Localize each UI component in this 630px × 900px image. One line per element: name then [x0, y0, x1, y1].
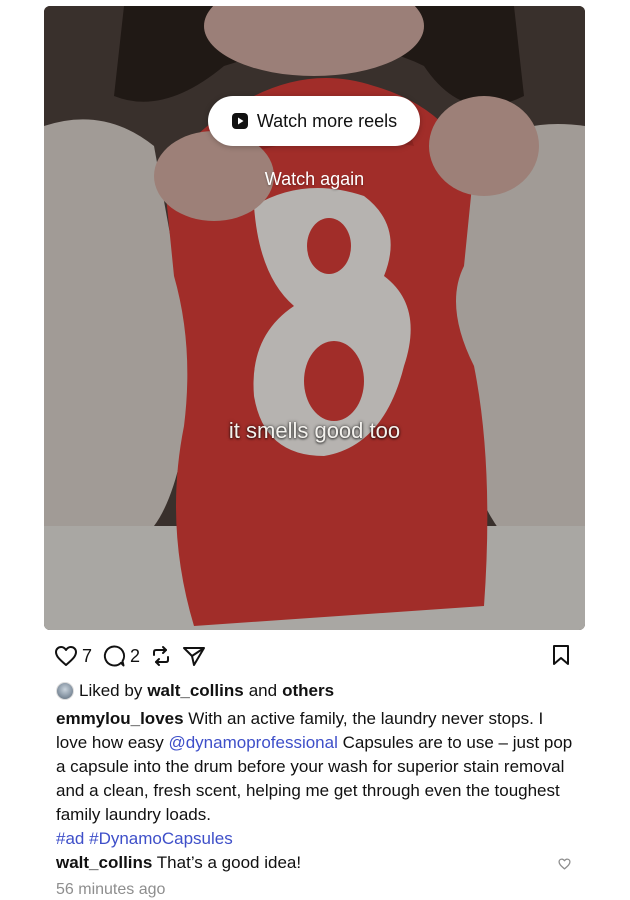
watch-again-button[interactable]: Watch again [265, 169, 364, 189]
repost-icon [153, 646, 170, 666]
post-timestamp: 56 minutes ago [56, 881, 166, 898]
video-caption-overlay: it smells good too [228, 418, 401, 443]
post-caption: emmylou_loves With an active family, the… [56, 707, 576, 851]
comment-bubble-icon [103, 645, 126, 667]
watch-more-reels-label: Watch more reels [256, 110, 398, 131]
like-action[interactable]: 7 [54, 645, 92, 667]
hashtag-ad[interactable]: #ad [56, 829, 84, 848]
hashtag-dynamocapsules[interactable]: #DynamoCapsules [89, 829, 233, 848]
likes-count: 7 [82, 645, 93, 666]
liked-by-and: and [248, 681, 278, 700]
mention-link[interactable]: @dynamoprofessional [168, 733, 337, 752]
liked-by-row[interactable]: Liked by walt_collins and others [56, 681, 334, 701]
repost-action[interactable] [150, 645, 172, 667]
comment-user[interactable]: walt_collins [56, 853, 152, 872]
comment-action[interactable]: 2 [102, 644, 140, 668]
avatar [56, 682, 74, 700]
comment-row: walt_collins That’s a good idea! [56, 853, 301, 873]
liked-by-others[interactable]: others [282, 681, 334, 701]
bookmark-icon [553, 645, 569, 665]
liked-by-user[interactable]: walt_collins [147, 681, 243, 701]
watch-more-reels-button[interactable]: Watch more reels [208, 96, 420, 146]
save-button[interactable] [552, 644, 570, 671]
post-action-bar: 7 2 [54, 641, 576, 671]
send-icon [183, 647, 206, 666]
liked-by-prefix: Liked by [79, 681, 143, 700]
comment-like-button[interactable] [558, 857, 571, 875]
heart-icon [55, 646, 77, 666]
comment-text: That’s a good idea! [156, 853, 302, 872]
share-action[interactable] [182, 645, 206, 667]
play-icon [231, 113, 248, 129]
post-author[interactable]: emmylou_loves [56, 709, 184, 728]
watch-again-container: Watch again [44, 169, 585, 190]
comments-count: 2 [130, 645, 141, 666]
heart-icon [558, 858, 571, 870]
